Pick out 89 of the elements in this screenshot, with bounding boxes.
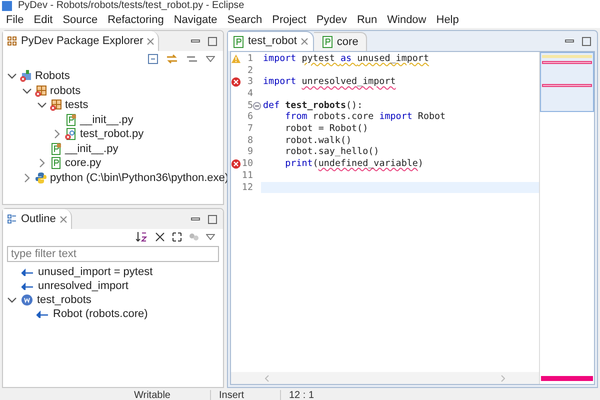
warning-mark [542, 55, 592, 58]
collapsed-icon[interactable] [37, 158, 47, 168]
line-number: 12 [241, 180, 253, 194]
outline-item[interactable]: Robot (robots.core) [53, 306, 148, 322]
close-icon[interactable] [300, 38, 308, 45]
line-number: 4 [246, 87, 253, 101]
menu-item[interactable]: Navigate [174, 12, 218, 28]
status-text: 12 : 1 [280, 390, 314, 400]
expanded-icon[interactable] [7, 71, 17, 82]
import-icon [36, 310, 49, 318]
line-number: 8 [246, 134, 253, 147]
line-number: 9 [246, 145, 253, 159]
tree-item[interactable]: Robots [35, 68, 70, 84]
status-text: Insert [210, 390, 280, 400]
tree-item[interactable]: test_robot.py [80, 126, 144, 142]
error-mark [542, 61, 592, 64]
error-indicator [541, 376, 593, 381]
close-icon[interactable] [60, 216, 67, 222]
line-number: 3 [246, 75, 253, 89]
menu-item[interactable]: Edit [34, 12, 53, 28]
outline-item[interactable]: unresolved_import [38, 278, 128, 294]
menu-item[interactable]: Window [387, 12, 426, 28]
outline-item[interactable]: unused_import = pytest [38, 264, 153, 280]
line-number: 1 [246, 52, 253, 66]
minimize-icon[interactable] [191, 214, 200, 224]
expand-icon[interactable] [172, 232, 182, 242]
editor-tab[interactable]: test_robot [228, 31, 314, 51]
dots-icon[interactable] [189, 232, 199, 242]
menu-item[interactable]: Help [436, 12, 459, 28]
tree-item[interactable]: python (C:\bin\Python36\python.exe) [50, 170, 229, 186]
maximize-icon[interactable] [208, 214, 217, 224]
minimize-icon[interactable] [191, 36, 200, 46]
tree-item[interactable]: tests [65, 97, 88, 114]
python-file-icon [322, 36, 333, 48]
collapsed-icon[interactable] [22, 172, 32, 183]
window-title: PyDev - Robots/robots/tests/test_robot.py - Eclipse [18, 0, 244, 12]
tree-item[interactable]: __init__.py [65, 140, 118, 157]
tree-item[interactable]: core.py [65, 155, 102, 172]
close-icon[interactable] [147, 38, 154, 44]
package-explorer-icon [7, 36, 17, 46]
code-line: from robots.core import Robot [284, 110, 446, 124]
line-number: 7 [246, 122, 253, 136]
tree-item[interactable]: __init__.py [80, 112, 134, 128]
code-line: robot.say_hello() [284, 145, 380, 159]
minimize-icon[interactable] [565, 36, 574, 46]
line-number: 2 [246, 64, 253, 77]
menu-item[interactable]: Source [62, 12, 98, 28]
function-icon [21, 294, 33, 306]
overview-ruler[interactable] [540, 52, 594, 112]
line-number: 11 [241, 168, 253, 183]
code-line: print(undefined_variable) [284, 157, 424, 171]
app-icon [2, 1, 12, 11]
expanded-icon[interactable] [22, 86, 32, 96]
python-file-icon [233, 36, 244, 48]
import-icon [21, 282, 34, 290]
error-mark [542, 84, 592, 87]
filter-field[interactable]: type filter text [7, 246, 219, 262]
line-number: 10 [241, 157, 253, 171]
collapse-icon[interactable] [155, 232, 165, 242]
menu-item[interactable]: Refactoring [108, 12, 164, 28]
view-menu-icon[interactable] [206, 234, 215, 240]
maximize-icon[interactable] [208, 36, 217, 46]
editor-tab[interactable]: core [314, 32, 368, 51]
line-number: 5 [246, 98, 253, 112]
menu-item[interactable]: Run [356, 12, 378, 28]
line-number: 6 [246, 110, 253, 124]
tree-item[interactable]: robots [50, 82, 81, 99]
code-line: import pytest as unused_import [262, 52, 429, 66]
sort-icon[interactable] [136, 232, 148, 242]
outline-item[interactable]: test_robots [37, 292, 92, 308]
collapsed-icon[interactable] [52, 129, 62, 140]
menu-item[interactable]: Search [227, 12, 262, 28]
filter-icon[interactable] [186, 54, 198, 64]
menu-item[interactable]: File [6, 12, 24, 28]
status-text: Writable [133, 390, 172, 400]
view-menu-icon[interactable] [206, 56, 215, 62]
menu-item[interactable]: Pydev [316, 12, 347, 28]
code-line: import unresolved_import [262, 75, 396, 90]
import-icon [21, 268, 34, 276]
menu-item[interactable]: Project [272, 12, 306, 28]
maximize-icon[interactable] [582, 36, 591, 46]
code-line: robot.walk() [284, 134, 352, 147]
code-line: def test_robots(): [262, 98, 363, 112]
expanded-icon[interactable] [7, 295, 17, 305]
outline-icon [7, 214, 17, 224]
expanded-icon[interactable] [37, 100, 47, 110]
collapse-all-icon[interactable] [148, 54, 158, 64]
code-line: robot = Robot() [284, 122, 368, 136]
link-icon[interactable] [166, 54, 178, 64]
